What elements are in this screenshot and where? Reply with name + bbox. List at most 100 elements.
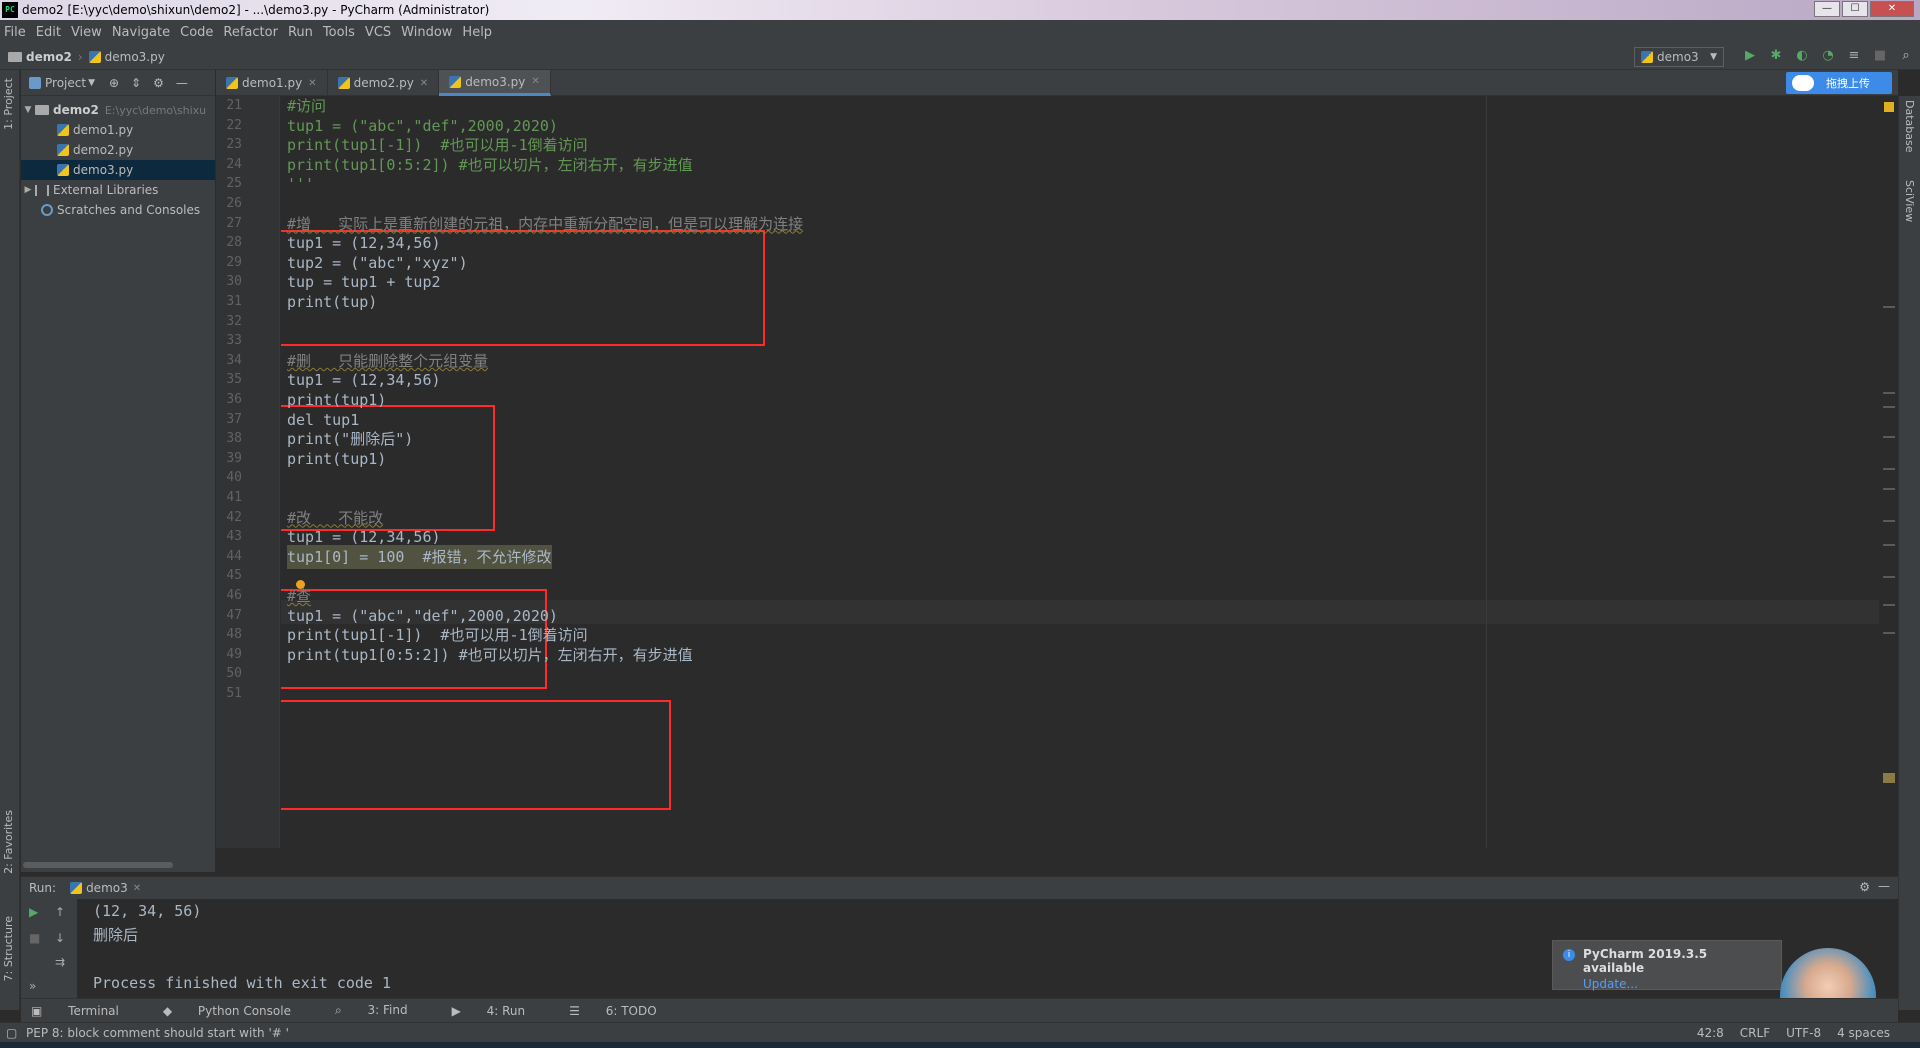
close-tab-icon[interactable]: ✕ (308, 78, 316, 89)
stop-icon[interactable]: ■ (1872, 48, 1888, 64)
python-console-tab-label: Python Console (197, 1003, 291, 1018)
gear-icon[interactable]: ⚙ (153, 76, 164, 90)
menu-help[interactable]: Help (462, 25, 492, 40)
terminal-icon: ▣ (31, 1003, 47, 1018)
menu-file[interactable]: File (4, 25, 26, 40)
concurrency-icon[interactable]: ≡ (1846, 48, 1862, 64)
inspection-status-icon[interactable] (1884, 102, 1894, 112)
tab-demo1[interactable]: demo1.py ✕ (216, 70, 328, 96)
close-tab-icon[interactable]: ✕ (531, 76, 539, 87)
tree-file-label: demo3.py (73, 163, 134, 177)
tree-external-libraries[interactable]: ▶ External Libraries (21, 180, 215, 200)
run-tab-label: demo3 (86, 881, 128, 895)
python-file-icon (226, 77, 238, 89)
menu-code[interactable]: Code (180, 25, 213, 40)
console-output[interactable]: (12, 34, 56) 删除后 Process finished with ex… (93, 899, 391, 995)
coverage-icon[interactable]: ◐ (1794, 48, 1810, 64)
collapse-all-icon[interactable]: ⇕ (131, 76, 141, 90)
debug-icon[interactable]: ✱ (1768, 48, 1784, 64)
find-tab[interactable]: ⌕ 3: Find (335, 1003, 430, 1018)
python-console-tab[interactable]: ◆ Python Console (163, 1004, 313, 1018)
database-tool-tab[interactable]: Database (1903, 100, 1916, 153)
minimize-button[interactable]: — (1814, 1, 1840, 17)
left-tool-strip: 1: Project 2: Favorites 7: Structure (0, 70, 20, 1010)
folder-icon (35, 105, 49, 115)
sciview-tool-tab[interactable]: SciView (1903, 180, 1916, 222)
upload-button[interactable]: 拖拽上传 (1786, 72, 1892, 94)
menu-vcs[interactable]: VCS (365, 25, 391, 40)
stripe-mark (1883, 306, 1895, 308)
line-number-gutter: 21 22 23 24 25 26 27 28 29 30 31 32 33 34 35 36 37 38 39 40… (216, 96, 280, 848)
project-view-select[interactable]: Project (45, 76, 86, 90)
tree-file-demo2[interactable]: demo2.py (21, 140, 215, 160)
breadcrumb-separator-icon: › (77, 49, 83, 64)
bottom-tool-tabs: ▣ Terminal ◆ Python Console ⌕ 3: Find ▶ … (21, 998, 1898, 1022)
menu-tools[interactable]: Tools (323, 25, 355, 40)
tree-file-demo1[interactable]: demo1.py (21, 120, 215, 140)
tab-demo3[interactable]: demo3.py ✕ (439, 70, 551, 96)
indent-setting[interactable]: 4 spaces (1837, 1026, 1890, 1040)
breadcrumb-file[interactable]: demo3.py (105, 50, 165, 64)
structure-tool-tab[interactable]: 7: Structure (2, 916, 15, 981)
maximize-button[interactable]: ☐ (1842, 1, 1868, 17)
gear-icon[interactable]: ⚙ (1859, 880, 1870, 894)
window-title: demo2 [E:\yyc\demo\shixun\demo2] - ...\d… (22, 3, 490, 17)
run-toolbar: ▶ ↑ ■ ↓ ⇉ » (21, 899, 77, 999)
chevron-down-icon: ▼ (88, 77, 95, 88)
breadcrumb-project[interactable]: demo2 (26, 50, 72, 64)
run-tab[interactable]: ▶ 4: Run (452, 1004, 548, 1018)
tree-scratches[interactable]: Scratches and Consoles (21, 200, 215, 220)
code-editor[interactable]: #访问 tup1 = ("abc","def",2000,2020) print(t… (281, 96, 1879, 848)
tree-root-demo2[interactable]: ▼ demo2 E:\yyc\demo\shixu (21, 100, 215, 120)
down-arrow-icon[interactable]: ↓ (55, 931, 65, 945)
update-link[interactable]: Update... (1583, 977, 1771, 991)
console-line: 删除后 (93, 926, 139, 944)
search-everywhere-icon[interactable]: ⌕ (1898, 48, 1914, 64)
hide-icon[interactable]: — (176, 76, 188, 90)
run-configuration-select[interactable]: demo3 ▼ (1634, 47, 1724, 67)
menu-window[interactable]: Window (401, 25, 452, 40)
locate-icon[interactable]: ⊕ (109, 76, 119, 90)
run-tab-demo3[interactable]: demo3 ✕ (70, 881, 141, 895)
menu-edit[interactable]: Edit (36, 25, 61, 40)
error-stripe[interactable] (1879, 96, 1898, 848)
warning-stripe-mark[interactable] (1883, 773, 1895, 783)
horizontal-scrollbar[interactable] (23, 862, 173, 868)
expanded-arrow-icon[interactable]: ▼ (21, 105, 35, 115)
menu-navigate[interactable]: Navigate (112, 25, 170, 40)
navigation-bar: demo2 › demo3.py demo3 ▼ ▶ ✱ ◐ ◔ ≡ ■ ⌕ (0, 44, 1920, 70)
more-icon[interactable]: » (29, 979, 36, 993)
hide-icon[interactable]: — (1878, 879, 1890, 893)
close-tab-icon[interactable]: ✕ (420, 78, 428, 89)
profile-icon[interactable]: ◔ (1820, 48, 1836, 64)
python-file-icon (337, 77, 350, 89)
line-separator[interactable]: CRLF (1740, 1026, 1770, 1040)
rerun-icon[interactable]: ▶ (29, 905, 38, 919)
close-tab-icon[interactable]: ✕ (133, 883, 141, 894)
terminal-tab[interactable]: ▣ Terminal (31, 1004, 141, 1018)
up-arrow-icon[interactable]: ↑ (55, 905, 65, 919)
stop-icon[interactable]: ■ (29, 931, 40, 945)
layout-icon[interactable]: ▢ (6, 1026, 17, 1040)
stripe-mark (1883, 520, 1895, 522)
code-line: print(tup) (287, 293, 378, 311)
tab-demo2[interactable]: demo2.py ✕ (328, 70, 440, 96)
python-file-icon (57, 144, 69, 156)
menu-view[interactable]: View (71, 25, 102, 40)
collapsed-arrow-icon[interactable]: ▶ (21, 185, 35, 195)
favorites-tool-tab[interactable]: 2: Favorites (2, 810, 15, 874)
soft-wrap-icon[interactable]: ⇉ (55, 955, 65, 969)
menu-refactor[interactable]: Refactor (223, 25, 278, 40)
code-line: ''' (287, 175, 315, 194)
run-icon[interactable]: ▶ (1742, 48, 1758, 64)
line-number[interactable]: 51 (216, 682, 242, 706)
close-button[interactable]: ✕ (1870, 1, 1914, 17)
file-encoding[interactable]: UTF-8 (1786, 1026, 1821, 1040)
tree-file-demo3[interactable]: demo3.py (21, 160, 215, 180)
todo-tab[interactable]: ☰ 6: TODO (569, 1004, 679, 1018)
caret-position[interactable]: 42:8 (1697, 1026, 1724, 1040)
tab-label: demo3.py (465, 74, 526, 89)
project-tool-tab[interactable]: 1: Project (2, 78, 15, 130)
menu-run[interactable]: Run (288, 25, 313, 40)
